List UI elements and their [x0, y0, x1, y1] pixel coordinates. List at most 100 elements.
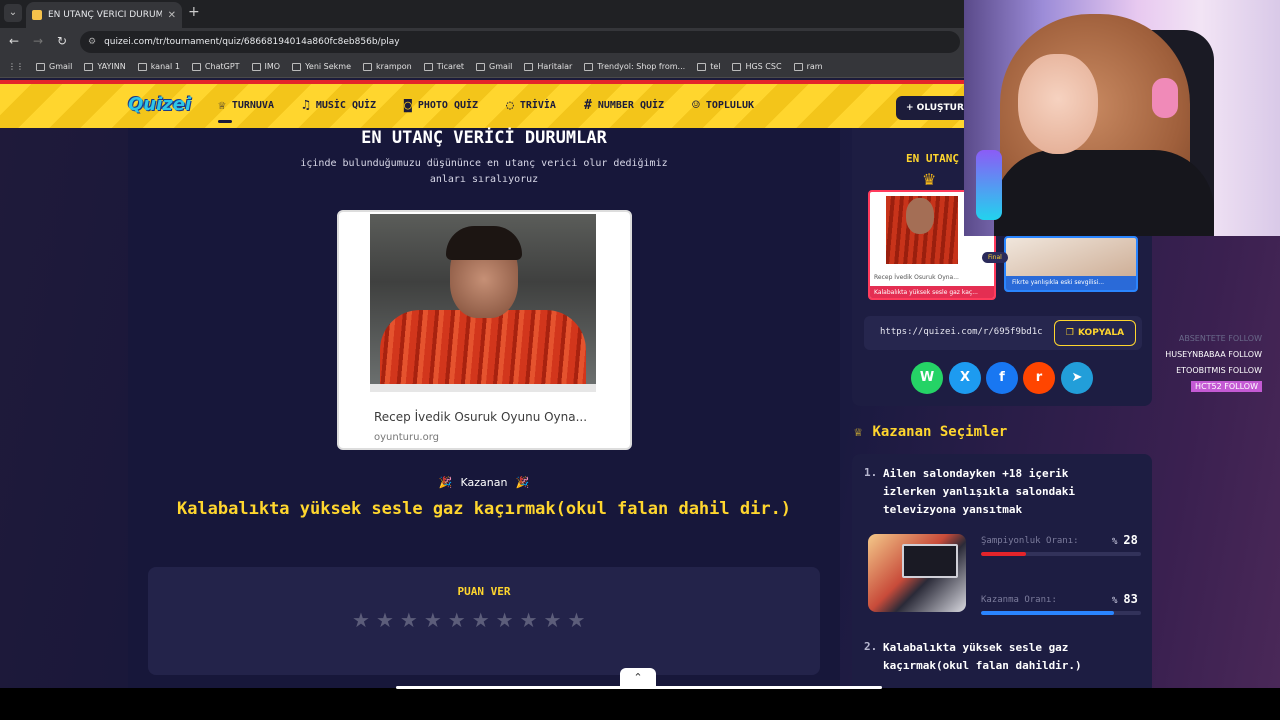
music-icon: ♫	[302, 98, 310, 113]
nav-number-quiz[interactable]: # NUMBER QUİZ	[584, 98, 664, 113]
winner-item-text[interactable]: Ailen salondayken +18 içerik izlerken ya…	[883, 465, 1075, 519]
winner-thumbnail	[868, 534, 966, 612]
bookmark-icon	[476, 62, 486, 71]
nav-topluluk[interactable]: ☺ TOPLULUK	[692, 98, 754, 113]
champion-rate-label: Şampiyonluk Oranı:	[981, 536, 1079, 546]
bookmark[interactable]: ram	[793, 62, 823, 71]
nav-photo-quiz[interactable]: ◙ PHOTO QUİZ	[404, 98, 478, 113]
winners-heading: ♕ Kazanan Seçimler	[854, 424, 1008, 440]
screen: ⌄ EN UTANÇ VERİCİ DURUMLAR ✕ + ← → ↻ ⚙ q…	[0, 0, 1280, 720]
finalist-label: Fikrte yanlışıkla eski sevgilisi...	[1006, 276, 1136, 290]
follow-alert: HUSEYNBABAA FOLLOW	[1165, 350, 1262, 359]
map-pin-icon	[524, 62, 534, 71]
quiz-description: içinde bulunduğumuzu düşününce en utanç …	[300, 158, 668, 185]
photo-hair	[446, 226, 522, 260]
tv-screen	[902, 544, 958, 578]
bookmark[interactable]: YAYINN	[84, 62, 126, 71]
folder-icon	[137, 62, 147, 71]
reload-icon[interactable]: ↻	[54, 34, 70, 48]
bookmark[interactable]: krampon	[363, 62, 412, 71]
bookmark[interactable]: kanal 1	[137, 62, 180, 71]
winner-item-text[interactable]: Kalabalıkta yüksek sesle gaz kaçırmak(ok…	[883, 639, 1082, 675]
finalist-card-right: Fikrte yanlışıkla eski sevgilisi...	[1004, 236, 1138, 292]
nav-trivia[interactable]: ◌ TRİVİA	[506, 98, 556, 113]
champion-rate-fill	[981, 552, 1026, 556]
copy-icon: ❐	[1065, 328, 1074, 338]
nav-music-quiz[interactable]: ♫ MUSİC QUİZ	[302, 98, 376, 113]
tab-list-button[interactable]: ⌄	[4, 4, 22, 22]
winner-rank: 2.	[864, 640, 878, 653]
whatsapp-share-icon[interactable]: W	[911, 362, 943, 394]
chat-icon: ◌	[506, 98, 514, 113]
rating-star-icon[interactable]: ★	[448, 609, 466, 631]
microphone	[976, 150, 1002, 220]
folder-icon	[363, 62, 373, 71]
rating-star-icon[interactable]: ★	[520, 609, 538, 631]
rating-star-icon[interactable]: ★	[376, 609, 394, 631]
plush-toy	[1152, 78, 1178, 118]
new-tab-button[interactable]: +	[188, 4, 200, 20]
winner-text: Kalabalıkta yüksek sesle gaz kaçırmak(ok…	[176, 499, 792, 519]
bookmark[interactable]: Yeni Sekme	[292, 62, 351, 71]
reddit-share-icon[interactable]: r	[1023, 362, 1055, 394]
bookmark[interactable]: Trendyol: Shop from...	[584, 62, 685, 71]
champion-rate-value: % 28	[1112, 533, 1138, 547]
browser-tab[interactable]: EN UTANÇ VERİCİ DURUMLAR ✕	[26, 2, 182, 28]
copy-button[interactable]: ❐ KOPYALA	[1054, 320, 1136, 346]
bookmark[interactable]: Ticaret	[423, 62, 464, 71]
star-rating: ★ ★ ★ ★ ★ ★ ★ ★ ★ ★	[352, 609, 585, 631]
streamer-face	[1018, 54, 1098, 154]
rating-star-icon[interactable]: ★	[567, 609, 585, 631]
back-icon[interactable]: ←	[6, 34, 22, 48]
rating-star-icon[interactable]: ★	[496, 609, 514, 631]
site-info-icon[interactable]: ⚙	[88, 37, 96, 47]
address-bar[interactable]: ⚙ quizei.com/tr/tournament/quiz/68668194…	[80, 31, 960, 53]
winner-label: 🎉 Kazanan 🎉	[438, 476, 530, 489]
camera-icon: ◙	[404, 98, 412, 113]
bookmark[interactable]: IMO	[251, 62, 280, 71]
folder-icon	[84, 62, 94, 71]
bookmark[interactable]: tel	[697, 62, 720, 71]
win-rate-value: % 83	[1112, 592, 1138, 606]
bookmark[interactable]: HGS CSC	[732, 62, 782, 71]
share-link-box: https://quizei.com/r/695f9bd1c ❐ KOPYALA	[864, 316, 1142, 350]
site-logo[interactable]: Quizei	[128, 94, 191, 115]
image-shadow	[370, 384, 596, 392]
party-icon: 🎉	[438, 476, 453, 489]
x-share-icon[interactable]: X	[949, 362, 981, 394]
rating-star-icon[interactable]: ★	[400, 609, 418, 631]
close-tab-icon[interactable]: ✕	[168, 10, 176, 21]
bookmark[interactable]: Gmail	[36, 62, 72, 71]
bookmark[interactable]: Haritalar	[524, 62, 572, 71]
forward-icon[interactable]: →	[30, 34, 46, 48]
telegram-share-icon[interactable]: ➤	[1061, 362, 1093, 394]
facebook-share-icon[interactable]: f	[986, 362, 1018, 394]
champion-rate-bar	[981, 552, 1141, 556]
rating-star-icon[interactable]: ★	[544, 609, 562, 631]
preview-source: oyunturu.org	[374, 432, 439, 443]
bookmark-icon	[251, 62, 261, 71]
active-nav-indicator	[218, 120, 232, 123]
streamer-body	[994, 150, 1214, 236]
rating-box: PUAN VER ★ ★ ★ ★ ★ ★ ★ ★ ★ ★	[148, 567, 820, 675]
bookmark[interactable]: ChatGPT	[191, 62, 240, 71]
win-rate-label: Kazanma Oranı:	[981, 595, 1057, 605]
rating-star-icon[interactable]: ★	[352, 609, 370, 631]
user-icon: ☺	[692, 98, 700, 113]
folder-icon	[423, 62, 433, 71]
link-preview-card[interactable]: Recep İvedik Osuruk Oyunu Oyna... oyuntu…	[337, 210, 632, 450]
bookmark-icon	[292, 62, 302, 71]
preview-caption: Recep İvedik Osuruk Oyunu Oyna...	[374, 410, 588, 424]
bookmark-icon	[191, 62, 201, 71]
scroll-up-button[interactable]: ⌃	[620, 668, 656, 688]
win-rate-bar	[981, 611, 1141, 615]
nav-turnuva[interactable]: ♕ TURNUVA	[218, 98, 274, 113]
bookmark[interactable]: Gmail	[476, 62, 512, 71]
bookmark-icon	[36, 62, 45, 71]
rating-star-icon[interactable]: ★	[424, 609, 442, 631]
share-link-text[interactable]: https://quizei.com/r/695f9bd1c	[880, 327, 1050, 337]
tab-title: EN UTANÇ VERİCİ DURUMLAR	[48, 10, 162, 20]
apps-icon[interactable]: ⋮⋮	[8, 62, 24, 71]
bookmark-icon	[732, 62, 742, 71]
rating-star-icon[interactable]: ★	[472, 609, 490, 631]
